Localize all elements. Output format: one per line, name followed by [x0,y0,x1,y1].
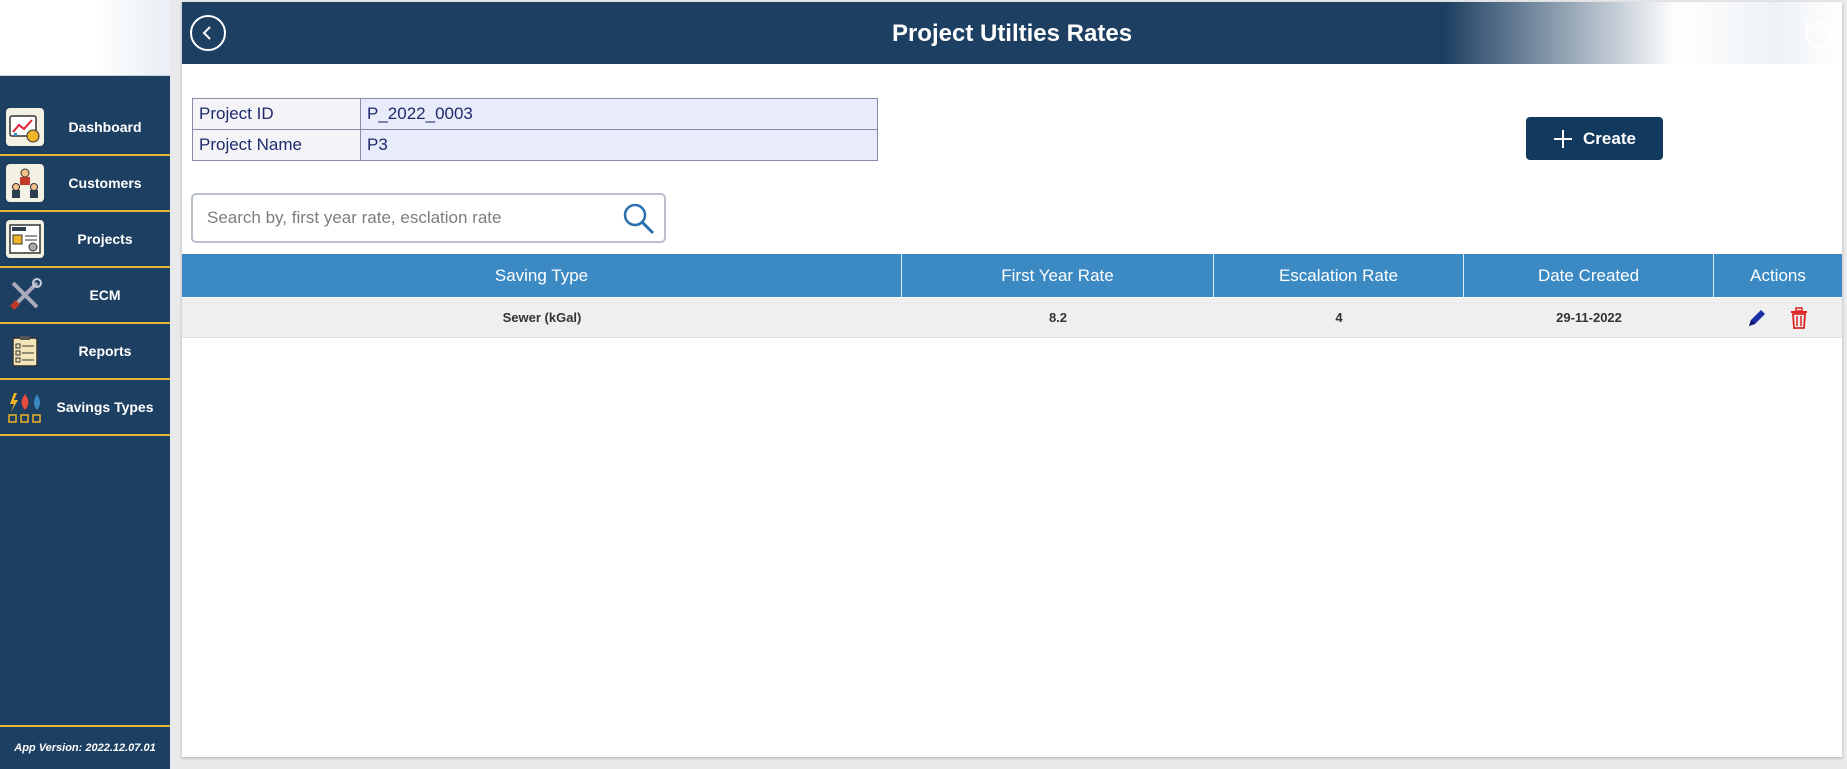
sidebar-item-label: Dashboard [68,119,142,135]
sidebar-logo-area [0,0,170,76]
project-id-value: P_2022_0003 [360,98,878,130]
refresh-icon [1805,20,1832,47]
project-name-label: Project Name [192,129,361,161]
page-title: Project Utilties Rates [891,20,1133,47]
project-name-value: P3 [360,129,878,161]
cell-date-created: 29-11-2022 [1556,310,1622,325]
search-input[interactable] [207,195,607,241]
reports-icon [6,332,44,370]
plus-icon [1554,129,1573,148]
page-header: Project Utilties Rates [182,2,1842,64]
sidebar-item-dashboard[interactable]: Dashboard [0,100,170,156]
column-header-first-year-rate[interactable]: First Year Rate [902,254,1214,297]
ecm-tools-icon [6,276,44,314]
column-header-date-created[interactable]: Date Created [1464,254,1714,297]
sidebar: Dashboard Customers Projects ECM Reports [0,0,170,769]
app-root: Dashboard Customers Projects ECM Reports [0,0,1847,769]
project-id-row: Project ID P_2022_0003 [192,98,878,130]
sidebar-item-label: Reports [78,343,132,359]
edit-pencil-icon [1749,309,1765,326]
customers-icon [6,164,44,202]
search-box [191,193,666,243]
sidebar-item-ecm[interactable]: ECM [0,268,170,324]
sidebar-item-label: Savings Types [56,399,154,415]
table-row[interactable]: Sewer (kGal) 8.2 4 29-11-2022 [182,298,1842,338]
sidebar-item-reports[interactable]: Reports [0,324,170,380]
sidebar-item-projects[interactable]: Projects [0,212,170,268]
column-header-actions: Actions [1750,265,1806,285]
delete-trash-icon [1791,306,1807,329]
cell-first-year-rate: 8.2 [1048,310,1068,325]
create-button-label: Create [1583,128,1636,148]
sidebar-item-savings-types[interactable]: Savings Types [0,380,170,436]
main-panel: Project Utilties Rates Project ID P_2022… [182,2,1842,757]
sidebar-item-label: ECM [89,287,121,303]
sidebar-item-label: Customers [68,175,142,191]
delete-button[interactable] [1787,306,1811,330]
savings-types-icon [6,388,44,426]
search-icon[interactable] [622,202,656,236]
sidebar-item-label: Projects [77,231,133,247]
cell-escalation-rate: 4 [1335,310,1343,325]
project-info-table: Project ID P_2022_0003 Project Name P3 [192,98,878,161]
app-version: App Version: 2022.12.07.01 [0,725,170,769]
create-button[interactable]: Create [1526,117,1663,160]
edit-button[interactable] [1745,306,1769,330]
projects-icon [6,220,44,258]
cell-actions [1714,298,1842,337]
grid-header: Saving Type First Year Rate Escalation R… [182,254,1842,297]
column-header-escalation-rate[interactable]: Escalation Rate [1214,254,1464,297]
refresh-button[interactable] [1802,18,1834,50]
project-id-label: Project ID [192,98,361,130]
column-header-saving-type[interactable]: Saving Type [182,254,902,297]
dashboard-icon [6,108,44,146]
cell-saving-type: Sewer (kGal) [502,310,582,325]
project-name-row: Project Name P3 [192,129,878,161]
sidebar-item-customers[interactable]: Customers [0,156,170,212]
